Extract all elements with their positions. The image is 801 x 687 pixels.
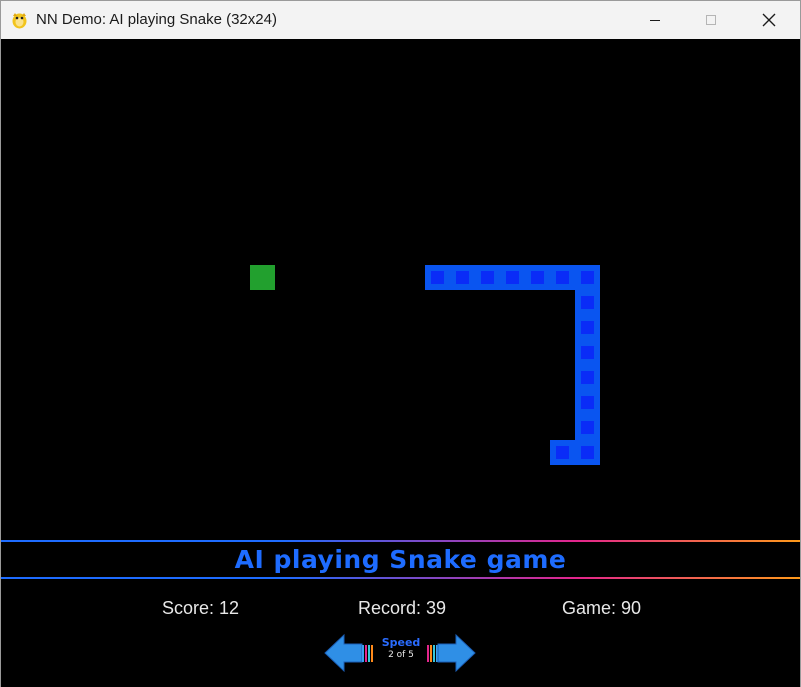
snake-segment xyxy=(575,440,600,465)
speed-value: 2 of 5 xyxy=(388,650,414,660)
banner-title: AI playing Snake game xyxy=(1,543,800,577)
speed-decrease-button[interactable] xyxy=(324,633,373,673)
game-count-label: Game: 90 xyxy=(562,598,642,618)
snake-segment xyxy=(475,265,500,290)
snake-segment xyxy=(575,290,600,315)
minimize-button[interactable] xyxy=(632,1,678,39)
game-window: NN Demo: AI playing Snake (32x24) AI pla… xyxy=(0,0,801,687)
title-bar[interactable]: NN Demo: AI playing Snake (32x24) xyxy=(1,1,800,39)
arrow-left-icon xyxy=(324,633,363,673)
snake-segment xyxy=(575,365,600,390)
game-canvas: AI playing Snake game Score: 12 Record: … xyxy=(1,39,800,687)
snake-segment xyxy=(575,390,600,415)
close-button[interactable] xyxy=(746,1,792,39)
game-board xyxy=(1,39,800,539)
score-label: Score: 12 xyxy=(162,598,240,618)
snake-segment xyxy=(575,265,600,290)
snake-segment xyxy=(575,340,600,365)
record-label: Record: 39 xyxy=(358,598,447,618)
snake-segment xyxy=(575,315,600,340)
banner-bottom-rule xyxy=(1,577,800,579)
snake-segment xyxy=(550,265,575,290)
window-title: NN Demo: AI playing Snake (32x24) xyxy=(36,11,277,28)
snake-head xyxy=(425,265,450,290)
speed-label: Speed xyxy=(381,636,421,649)
close-icon xyxy=(762,13,776,27)
minimize-icon xyxy=(650,20,660,21)
arrow-right-icon xyxy=(437,633,476,673)
banner-title-text: AI playing Snake game xyxy=(234,545,567,574)
snake-segment xyxy=(550,440,575,465)
banner-top-rule xyxy=(1,540,800,542)
food-pellet xyxy=(250,265,275,290)
snake-segment xyxy=(575,415,600,440)
maximize-icon xyxy=(706,15,716,25)
snake-segment xyxy=(525,265,550,290)
snake-segment xyxy=(500,265,525,290)
maximize-button[interactable] xyxy=(688,1,734,39)
pygame-snake-icon xyxy=(12,13,27,29)
speed-control: Speed 2 of 5 xyxy=(324,633,476,673)
speed-increase-button[interactable] xyxy=(427,633,476,673)
snake-segment xyxy=(450,265,475,290)
